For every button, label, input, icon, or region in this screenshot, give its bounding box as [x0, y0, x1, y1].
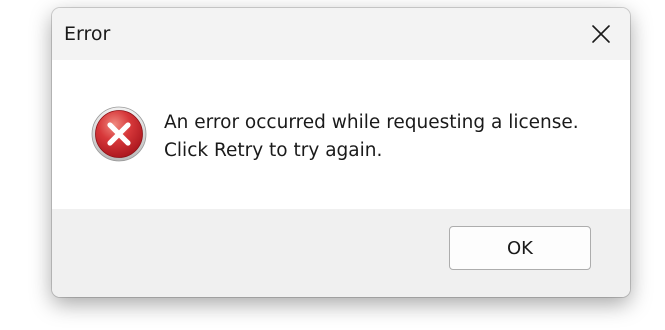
- error-message: An error occurred while requesting a lic…: [164, 109, 579, 165]
- close-button[interactable]: [572, 8, 630, 60]
- dialog-footer: OK: [52, 209, 630, 297]
- title-bar: Error: [52, 8, 630, 60]
- error-message-line-2: Click Retry to try again.: [164, 140, 383, 161]
- error-icon: [91, 106, 147, 162]
- dialog-content: An error occurred while requesting a lic…: [52, 60, 630, 209]
- close-icon: [592, 25, 610, 43]
- window-title: Error: [64, 23, 111, 45]
- error-message-line-1: An error occurred while requesting a lic…: [164, 112, 579, 133]
- error-dialog: Error An error occurred while requesting…: [52, 8, 630, 297]
- ok-button[interactable]: OK: [449, 226, 591, 270]
